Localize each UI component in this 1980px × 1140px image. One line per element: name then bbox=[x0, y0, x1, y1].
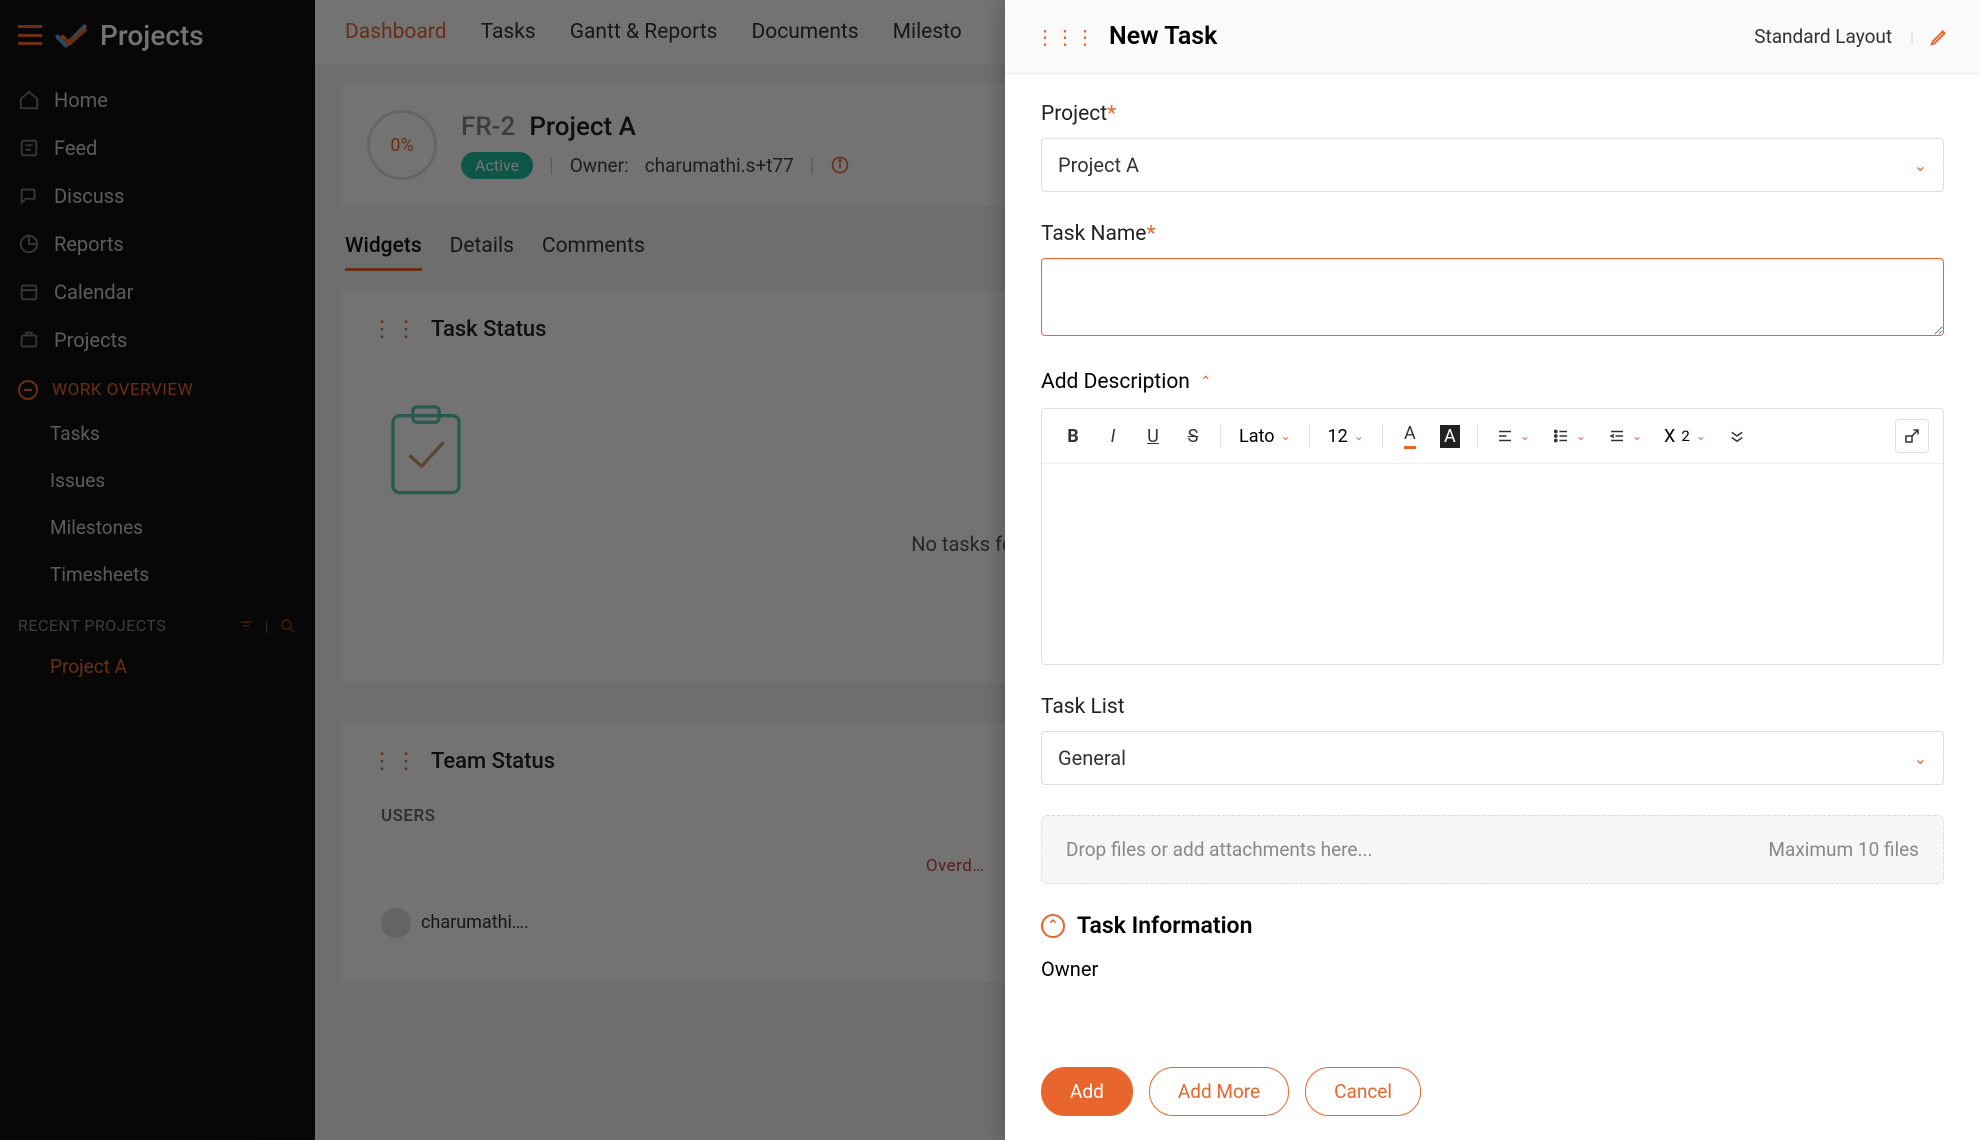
font-size-select[interactable]: 12⌄ bbox=[1320, 426, 1372, 447]
panel-footer: Add Add More Cancel bbox=[1005, 1049, 1980, 1140]
editor-textarea[interactable] bbox=[1042, 464, 1943, 664]
superscript-button[interactable]: X2⌄ bbox=[1656, 426, 1714, 447]
owner-field-label: Owner bbox=[1041, 957, 1944, 981]
text-color-button[interactable]: A bbox=[1393, 419, 1427, 453]
add-more-button[interactable]: Add More bbox=[1149, 1067, 1289, 1116]
chevron-down-icon: ⌄ bbox=[1914, 156, 1927, 175]
bold-button[interactable]: B bbox=[1056, 419, 1090, 453]
attachment-dropzone[interactable]: Drop files or add attachments here... Ma… bbox=[1041, 815, 1944, 884]
task-list-select[interactable]: General ⌄ bbox=[1041, 731, 1944, 785]
expand-icon[interactable] bbox=[1895, 419, 1929, 453]
italic-button[interactable]: I bbox=[1096, 419, 1130, 453]
font-family-select[interactable]: Lato⌄ bbox=[1231, 426, 1299, 447]
task-name-input[interactable] bbox=[1041, 258, 1944, 336]
layout-selector[interactable]: Standard Layout bbox=[1754, 25, 1892, 48]
chevron-up-circle-icon: ⌃ bbox=[1041, 914, 1065, 938]
project-select[interactable]: Project A ⌄ bbox=[1041, 138, 1944, 192]
drag-grid-icon[interactable]: ⋮⋮⋮ bbox=[1035, 25, 1095, 49]
edit-icon[interactable] bbox=[1928, 26, 1950, 48]
cancel-button[interactable]: Cancel bbox=[1305, 1067, 1421, 1116]
task-name-field: Task Name* bbox=[1041, 222, 1944, 340]
rich-text-editor: B I U S Lato⌄ 12⌄ A A ⌄ ⌄ ⌄ X2⌄ bbox=[1041, 408, 1944, 665]
underline-button[interactable]: U bbox=[1136, 419, 1170, 453]
new-task-panel: ⋮⋮⋮ New Task Standard Layout | Project* … bbox=[1005, 0, 1980, 1140]
panel-header: ⋮⋮⋮ New Task Standard Layout | bbox=[1005, 0, 1980, 74]
strikethrough-button[interactable]: S bbox=[1176, 419, 1210, 453]
more-button[interactable] bbox=[1720, 419, 1754, 453]
panel-title: New Task bbox=[1109, 22, 1754, 51]
list-button[interactable]: ⌄ bbox=[1544, 427, 1594, 445]
task-info-header[interactable]: ⌃ Task Information bbox=[1041, 912, 1944, 939]
align-button[interactable]: ⌄ bbox=[1488, 427, 1538, 445]
task-list-field: Task List General ⌄ bbox=[1041, 695, 1944, 785]
project-field: Project* Project A ⌄ bbox=[1041, 102, 1944, 192]
editor-toolbar: B I U S Lato⌄ 12⌄ A A ⌄ ⌄ ⌄ X2⌄ bbox=[1042, 409, 1943, 464]
description-field: Add Description ⌃ B I U S Lato⌄ 12⌄ A A bbox=[1041, 370, 1944, 665]
description-toggle[interactable]: Add Description ⌃ bbox=[1041, 370, 1944, 394]
indent-button[interactable]: ⌄ bbox=[1600, 427, 1650, 445]
add-button[interactable]: Add bbox=[1041, 1067, 1133, 1116]
chevron-down-icon: ⌄ bbox=[1914, 749, 1927, 768]
highlight-button[interactable]: A bbox=[1433, 419, 1467, 453]
chevron-up-icon: ⌃ bbox=[1200, 374, 1212, 390]
